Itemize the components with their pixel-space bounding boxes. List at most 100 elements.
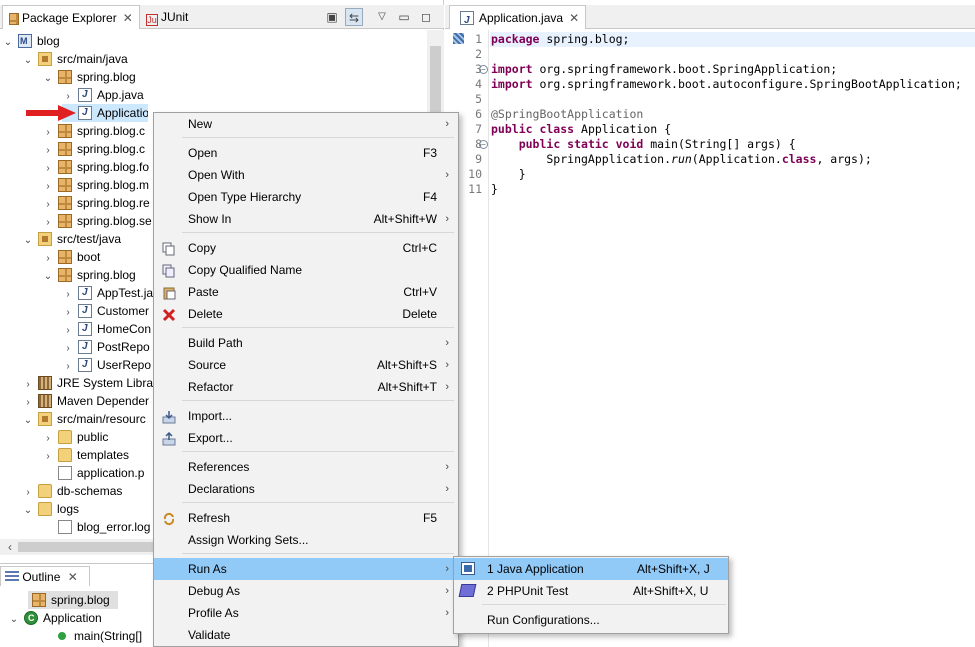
tree-item[interactable]: ⌄ spring.blog <box>42 266 136 284</box>
outline-item-class[interactable]: ⌄ Application <box>8 609 102 627</box>
chevron-down-icon[interactable]: ⌄ <box>22 52 34 70</box>
minimize-icon[interactable]: ▭ <box>395 8 413 26</box>
view-menu-icon[interactable]: ▽ <box>373 8 391 26</box>
scroll-left-icon[interactable]: ‹ <box>3 539 17 555</box>
chevron-down-icon[interactable]: ⌄ <box>22 412 34 430</box>
menu-item-open-with[interactable]: Open With › <box>154 164 458 186</box>
chevron-down-icon[interactable]: ⌄ <box>22 232 34 250</box>
tree-item[interactable]: ⌄ blog <box>2 32 60 50</box>
menu-item-refresh[interactable]: Refresh F5 <box>154 507 458 529</box>
line-number: 7 <box>475 122 482 136</box>
code-line[interactable]: import org.springframework.boot.SpringAp… <box>491 62 837 77</box>
tree-item-label: AppTest.ja <box>97 286 154 300</box>
menu-item-show-in[interactable]: Show In Alt+Shift+W › <box>154 208 458 230</box>
tab-junit[interactable]: Ju JUnit <box>140 5 194 29</box>
tree-item[interactable]: › spring.blog.re <box>42 194 150 212</box>
code-line[interactable]: package spring.blog; <box>491 32 629 47</box>
menu-item-accelerator: Alt+Shift+W <box>373 212 437 226</box>
menu-item-validate[interactable]: Validate <box>154 624 458 646</box>
tree-item[interactable]: › db-schemas <box>22 482 122 500</box>
tree-item[interactable]: ›UserRepo <box>62 356 151 374</box>
run-as-phpunit-test[interactable]: 2 PHPUnit Test Alt+Shift+X, U <box>454 580 728 602</box>
menu-item-copy[interactable]: Copy Ctrl+C <box>154 237 458 259</box>
chevron-down-icon[interactable]: ⌄ <box>2 34 14 52</box>
folder-icon <box>58 430 72 444</box>
chevron-down-icon[interactable]: ⌄ <box>42 70 54 88</box>
tree-item[interactable]: ›App.java <box>62 86 143 104</box>
code-line[interactable]: public class Application { <box>491 122 671 137</box>
tree-item[interactable]: › templates <box>42 446 129 464</box>
menu-item-open[interactable]: Open F3 <box>154 142 458 164</box>
menu-item-delete[interactable]: Delete Delete <box>154 303 458 325</box>
tree-item[interactable]: › spring.blog.c <box>42 122 145 140</box>
tree-item[interactable]: ⌄ src/main/java <box>22 50 128 68</box>
collapse-all-icon[interactable]: ▣ <box>323 8 341 26</box>
tree-item[interactable]: ›AppTest.ja <box>62 284 153 302</box>
outline-item-method[interactable]: main(String[] <box>52 627 142 645</box>
tree-item[interactable]: ⌄ src/main/resourc <box>22 410 146 428</box>
tree-item[interactable]: ⌄ spring.blog <box>42 68 136 86</box>
chevron-down-icon[interactable]: ⌄ <box>42 268 54 286</box>
code-line[interactable]: } <box>491 182 498 197</box>
menu-item-assign-working-sets[interactable]: Assign Working Sets... <box>154 529 458 551</box>
code-line[interactable]: import org.springframework.boot.autoconf… <box>491 77 962 92</box>
code-line[interactable]: @SpringBootApplication <box>491 107 643 122</box>
tree-item[interactable]: › public <box>42 428 108 446</box>
menu-item-profile-as[interactable]: Profile As › <box>154 602 458 624</box>
close-icon[interactable]: ✕ <box>123 11 133 25</box>
submenu-arrow-icon: › <box>445 381 449 393</box>
tree-item[interactable]: blog_error.log <box>42 518 150 536</box>
tree-item[interactable]: › boot <box>42 248 100 266</box>
menu-item-run-as[interactable]: Run As › <box>154 558 458 580</box>
tree-item[interactable]: ⌄ src/test/java <box>22 230 121 248</box>
menu-item-new[interactable]: New › <box>154 113 458 135</box>
tree-item[interactable]: ⌄ logs <box>22 500 79 518</box>
maximize-icon[interactable]: ◻ <box>417 8 435 26</box>
menu-item-paste[interactable]: Paste Ctrl+V <box>154 281 458 303</box>
run-as-java-application[interactable]: 1 Java Application Alt+Shift+X, J <box>454 558 728 580</box>
tab-package-explorer[interactable]: Package Explorer ✕ <box>2 5 140 29</box>
tree-item[interactable]: › spring.blog.fo <box>42 158 149 176</box>
menu-item-refactor[interactable]: Refactor Alt+Shift+T › <box>154 376 458 398</box>
folder-icon <box>38 484 52 498</box>
package-icon <box>58 178 72 192</box>
menu-separator <box>182 137 454 138</box>
file-icon <box>58 520 72 534</box>
fold-collapse-icon[interactable]: − <box>479 140 488 149</box>
tree-item[interactable]: ›HomeCon <box>62 320 151 338</box>
menu-item-declarations[interactable]: Declarations › <box>154 478 458 500</box>
tree-item[interactable]: › JRE System Librar <box>22 374 157 392</box>
code-line[interactable]: } <box>491 167 526 182</box>
outline-item-package[interactable]: spring.blog <box>28 591 118 609</box>
tree-item[interactable]: › Maven Depender <box>22 392 149 410</box>
menu-item-source[interactable]: Source Alt+Shift+S › <box>154 354 458 376</box>
menu-item-export[interactable]: Export... <box>154 427 458 449</box>
tree-item[interactable]: ›PostRepo <box>62 338 149 356</box>
line-number: 11 <box>468 182 482 196</box>
fold-collapse-icon[interactable]: − <box>479 65 488 74</box>
menu-item-copy-qualified-name[interactable]: Copy Qualified Name <box>154 259 458 281</box>
menu-item-open-type-hierarchy[interactable]: Open Type Hierarchy F4 <box>154 186 458 208</box>
close-icon[interactable]: ✕ <box>569 11 579 25</box>
menu-item-label: Copy Qualified Name <box>188 263 303 277</box>
tree-item[interactable]: › spring.blog.se <box>42 212 152 230</box>
menu-item-import[interactable]: Import... <box>154 405 458 427</box>
tab-application-java[interactable]: Application.java ✕ <box>449 5 587 33</box>
code-keyword: import <box>491 77 533 91</box>
tree-item[interactable]: ›Customer <box>62 302 149 320</box>
run-configurations[interactable]: Run Configurations... <box>454 609 728 631</box>
chevron-down-icon[interactable]: ⌄ <box>22 502 34 520</box>
tree-item[interactable]: › spring.blog.c <box>42 140 145 158</box>
code-line[interactable]: SpringApplication.run(Application.class,… <box>491 152 871 167</box>
code-line[interactable]: public static void main(String[] args) { <box>491 137 796 152</box>
tree-item[interactable]: › spring.blog.m <box>42 176 149 194</box>
menu-item-debug-as[interactable]: Debug As › <box>154 580 458 602</box>
link-with-editor-icon[interactable]: ⇆ <box>345 8 363 26</box>
tab-outline[interactable]: Outline ✕ <box>0 566 90 586</box>
menu-item-build-path[interactable]: Build Path › <box>154 332 458 354</box>
chevron-down-icon[interactable]: ⌄ <box>8 611 20 629</box>
tree-item[interactable]: application.p <box>42 464 144 482</box>
menu-item-references[interactable]: References › <box>154 456 458 478</box>
menu-item-label: 2 PHPUnit Test <box>487 584 569 598</box>
close-icon[interactable]: ✕ <box>68 570 78 584</box>
